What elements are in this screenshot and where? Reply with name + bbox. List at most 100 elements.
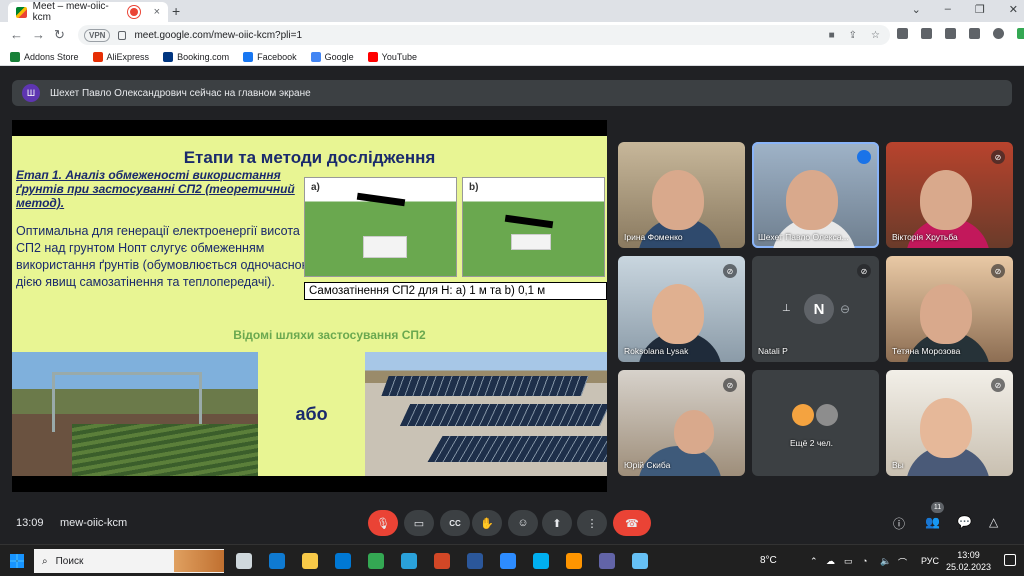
back-button[interactable]: ← xyxy=(10,27,23,42)
end-call-button[interactable]: ☎ xyxy=(613,510,651,536)
language-indicator[interactable]: РУС xyxy=(921,556,939,566)
google-icon xyxy=(310,51,321,62)
participant-face xyxy=(920,398,972,458)
tray-wifi-icon[interactable]: ⌒ xyxy=(898,556,907,569)
camera-toggle-button[interactable]: ▭ xyxy=(404,510,434,536)
participant-tile[interactable]: ⊘ Тетяна Морозова xyxy=(886,256,1013,362)
participant-name: Natali P xyxy=(758,346,788,356)
url-text[interactable]: meet.google.com/mew-oiic-kcm?pli=1 xyxy=(134,30,302,41)
taskbar-explorer-icon[interactable] xyxy=(302,553,318,569)
solar-panel-b xyxy=(504,214,554,229)
mic-off-icon: ⊘ xyxy=(991,378,1005,392)
bookmark-google[interactable]: Google xyxy=(310,51,354,62)
more-participant-avatar xyxy=(792,404,814,426)
meeting-info-button[interactable]: ⓘ xyxy=(893,515,905,532)
participant-name: Вы xyxy=(892,460,904,470)
participant-tile[interactable]: ⊥ N ⊖ ⊘ Natali P xyxy=(752,256,879,362)
more-participants-tile[interactable]: Ещё 2 чел. xyxy=(752,370,879,476)
participant-name: Roksolana Lysak xyxy=(624,346,689,356)
bookmark-youtube[interactable]: YouTube xyxy=(367,51,417,62)
minimize-button[interactable]: – xyxy=(945,3,951,16)
new-tab-button[interactable]: + xyxy=(172,3,180,19)
bookmark-aliexpress[interactable]: AliExpress xyxy=(92,51,149,62)
participant-tile-speaking[interactable]: Шехет Павло Олекса... xyxy=(752,142,879,248)
taskbar-edge-icon[interactable] xyxy=(269,553,285,569)
participant-face xyxy=(674,410,714,454)
tray-network-icon[interactable]: ◔ xyxy=(862,556,867,566)
taskbar-clock[interactable]: 13:09 25.02.2023 xyxy=(946,549,991,573)
taskbar-search[interactable]: ⌕ Поиск xyxy=(34,549,224,573)
url-actions: ■ ⇪ ☆ xyxy=(829,30,880,41)
tray-battery-icon[interactable]: ▭ xyxy=(844,556,853,567)
extension-green-shield-icon[interactable] xyxy=(1017,28,1024,39)
tray-volume-icon[interactable]: 🔈 xyxy=(880,556,891,567)
taskbar-teams-icon[interactable] xyxy=(599,553,615,569)
pv-row-1 xyxy=(381,376,589,396)
tab-close-button[interactable]: × xyxy=(154,6,160,18)
share-icon[interactable]: ⇪ xyxy=(849,30,857,41)
self-shading-image-b: b) xyxy=(462,177,605,277)
participant-tile[interactable]: ⊘ Юрій Скиба xyxy=(618,370,745,476)
participant-tile[interactable]: ⊘ Вікторія Хрутьба xyxy=(886,142,1013,248)
bookmarks-bar: Addons Store AliExpress Booking.com Face… xyxy=(0,48,1024,66)
shadow-area-a xyxy=(363,236,407,258)
bookmark-facebook[interactable]: Facebook xyxy=(243,51,297,62)
extension-square-icon[interactable] xyxy=(921,28,932,39)
window-controls: ⌄ – ❐ ✕ xyxy=(912,3,1018,16)
participant-count-badge: 11 xyxy=(931,502,944,513)
presentation-slide: Етапи та методи дослідження Етап 1. Анал… xyxy=(12,120,607,492)
taskbar-skype-icon[interactable] xyxy=(533,553,549,569)
more-options-button[interactable]: ⋮ xyxy=(577,510,607,536)
tab-search-button[interactable]: ⌄ xyxy=(912,3,921,16)
more-participant-avatar xyxy=(816,404,838,426)
known-paths-heading: Відомі шляхи застосування СП2 xyxy=(233,328,426,342)
activities-button[interactable]: △ xyxy=(989,515,998,529)
taskbar-firefox-icon[interactable] xyxy=(566,553,582,569)
url-bar[interactable]: VPN meet.google.com/mew-oiic-kcm?pli=1 ■… xyxy=(78,25,890,45)
vpn-badge[interactable]: VPN xyxy=(84,28,111,42)
maximize-button[interactable]: ❐ xyxy=(975,3,985,16)
self-view-tile[interactable]: ⊘ Вы xyxy=(886,370,1013,476)
sidebar-icon[interactable] xyxy=(969,28,980,39)
taskbar-telegram-icon[interactable] xyxy=(401,553,417,569)
remove-icon[interactable]: ⊖ xyxy=(840,302,850,316)
taskbar-word-icon[interactable] xyxy=(467,553,483,569)
star-icon[interactable]: ☆ xyxy=(871,30,880,41)
pin-icon[interactable]: ⊥ xyxy=(782,303,791,314)
chat-button[interactable]: 💬 xyxy=(957,515,972,529)
mic-toggle-button[interactable]: 🎙 xyxy=(368,510,398,536)
lock-icon[interactable] xyxy=(118,30,127,40)
extension-shield-icon[interactable] xyxy=(897,28,908,39)
notifications-icon[interactable] xyxy=(1004,554,1016,566)
taskbar-powerpoint-icon[interactable] xyxy=(434,553,450,569)
taskbar-mail-icon[interactable] xyxy=(335,553,351,569)
weather-widget[interactable]: 8°C xyxy=(760,555,777,566)
participant-tile[interactable]: ⊘ Roksolana Lysak xyxy=(618,256,745,362)
taskbar-chrome-icon[interactable] xyxy=(368,553,384,569)
bookmark-addons-store[interactable]: Addons Store xyxy=(10,51,79,62)
windows-start-icon[interactable] xyxy=(10,554,24,568)
reload-button[interactable]: ↻ xyxy=(54,27,65,43)
meet-controls-bar: 13:09 mew-oiic-kcm 🎙 ▭ CC ✋ ☺ ⬆ ⋮ ☎ ⓘ 11… xyxy=(0,502,1024,544)
raise-hand-button[interactable]: ✋ xyxy=(472,510,502,536)
taskbar-task-view-icon[interactable] xyxy=(236,553,252,569)
forward-button[interactable]: → xyxy=(32,27,45,42)
taskbar-zoom-icon[interactable] xyxy=(500,553,516,569)
close-window-button[interactable]: ✕ xyxy=(1009,3,1018,16)
profile-icon[interactable] xyxy=(993,28,1004,39)
search-icon: ⌕ xyxy=(42,555,48,567)
taskbar-steam-icon[interactable] xyxy=(632,553,648,569)
bookmark-booking[interactable]: Booking.com xyxy=(163,51,229,62)
tray-expand-icon[interactable]: ⌃ xyxy=(810,556,818,567)
agrivoltaic-photo xyxy=(12,352,258,476)
extensions-puzzle-icon[interactable] xyxy=(945,28,956,39)
people-button[interactable]: 👥 xyxy=(925,515,940,529)
participant-tile[interactable]: Ірина Фоменко xyxy=(618,142,745,248)
tray-cloud-icon[interactable]: ☁ xyxy=(826,556,835,567)
captions-button[interactable]: CC xyxy=(440,510,470,536)
participant-face xyxy=(920,170,972,230)
emoji-button[interactable]: ☺ xyxy=(508,510,538,536)
camera-icon[interactable]: ■ xyxy=(829,30,835,41)
meet-tab[interactable]: Meet – mew-oiic-kcm × xyxy=(8,1,168,23)
present-button[interactable]: ⬆ xyxy=(542,510,572,536)
